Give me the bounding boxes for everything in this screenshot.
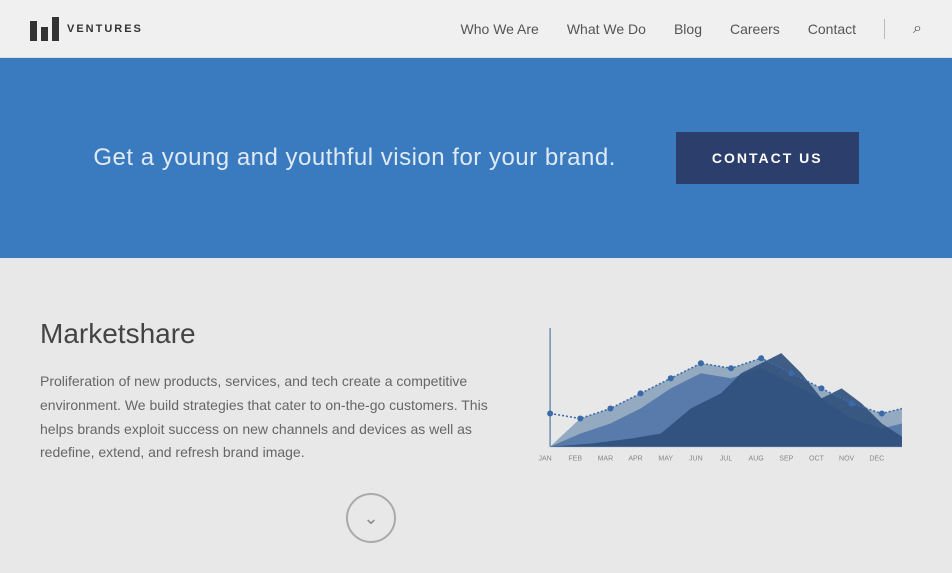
search-icon[interactable]: ⌕ [913,20,922,38]
svg-text:SEP: SEP [779,456,793,463]
svg-text:JUL: JUL [720,456,733,463]
nav-careers[interactable]: Careers [730,21,780,37]
svg-text:AUG: AUG [749,456,764,463]
section-content: Marketshare Proliferation of new product… [40,308,490,465]
nav-divider [884,19,885,39]
scroll-down-button[interactable]: ⌄ [346,493,396,543]
chevron-down-icon: ⌄ [363,508,378,529]
nav-contact[interactable]: Contact [808,21,856,37]
section-body: Proliferation of new products, services,… [40,370,490,465]
chart-svg: JAN FEB MAR APR MAY JUN JUL AUG SEP OCT … [530,318,912,479]
hero-tagline: Get a young and youthful vision for your… [93,144,615,172]
section-title: Marketshare [40,318,490,350]
svg-text:OCT: OCT [809,456,825,463]
marketshare-chart: JAN FEB MAR APR MAY JUN JUL AUG SEP OCT … [530,318,912,498]
logo-bar-2 [41,27,48,41]
svg-text:JUN: JUN [689,456,703,463]
logo-icon [30,17,59,41]
nav-what-we-do[interactable]: What We Do [567,21,646,37]
logo-text: VENTURES [67,23,143,35]
svg-text:JAN: JAN [538,456,551,463]
svg-text:MAR: MAR [598,456,614,463]
logo: VENTURES [30,17,143,41]
hero-banner: Get a young and youthful vision for your… [0,58,952,258]
svg-text:FEB: FEB [568,456,582,463]
marketshare-section: Marketshare Proliferation of new product… [0,258,952,573]
svg-text:APR: APR [628,456,642,463]
nav-blog[interactable]: Blog [674,21,702,37]
svg-text:MAY: MAY [658,456,673,463]
logo-bar-1 [30,21,37,41]
svg-text:DEC: DEC [869,456,884,463]
header: VENTURES Who We Are What We Do Blog Care… [0,0,952,58]
logo-bar-3 [52,17,59,41]
nav-who-we-are[interactable]: Who We Are [461,21,539,37]
svg-text:NOV: NOV [839,456,855,463]
contact-us-button[interactable]: CONTACT US [676,132,859,184]
main-nav: Who We Are What We Do Blog Careers Conta… [461,19,922,39]
